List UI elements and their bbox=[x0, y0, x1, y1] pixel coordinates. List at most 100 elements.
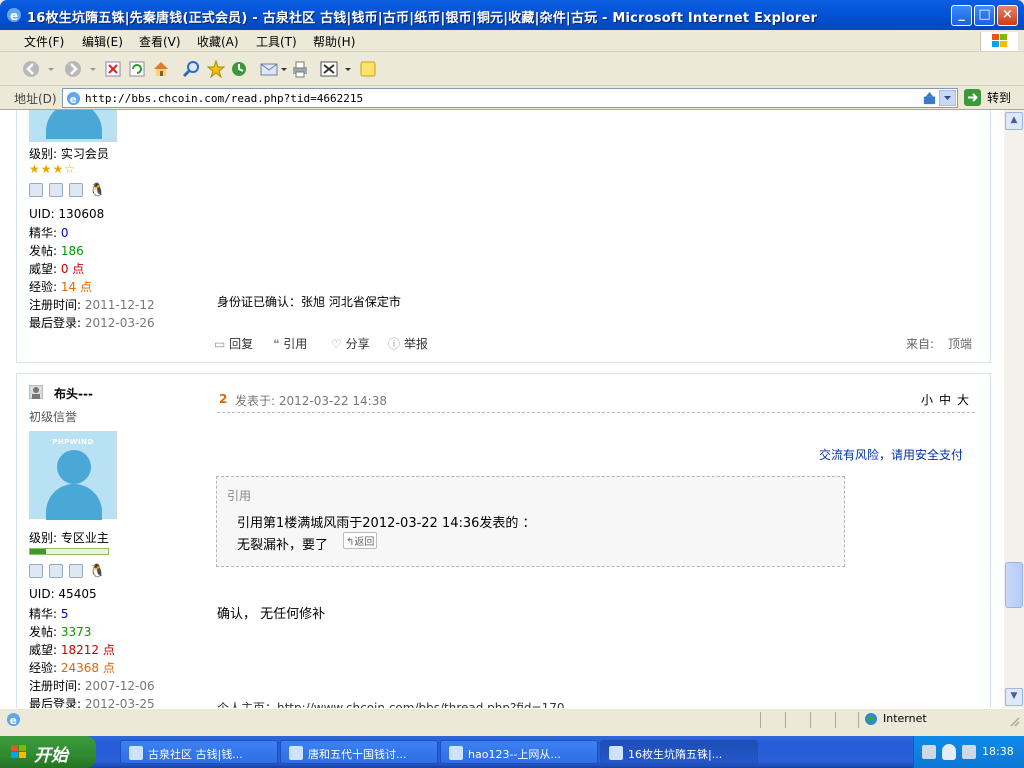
qq-icon[interactable]: 🐧 bbox=[89, 564, 105, 579]
task-button-2[interactable]: 唐和五代十国钱讨... bbox=[280, 740, 438, 764]
address-dropdown-icon[interactable] bbox=[939, 90, 956, 106]
address-url[interactable]: http://bbs.chcoin.com/read.php?tid=46622… bbox=[85, 92, 363, 105]
ie-icon bbox=[289, 746, 303, 760]
status-divider bbox=[760, 712, 761, 728]
taskbar: 开始 古泉社区 古钱|钱... 唐和五代十国钱讨... hao123--上网从.… bbox=[0, 736, 1024, 768]
print-icon[interactable] bbox=[291, 60, 309, 78]
menu-help[interactable]: 帮助(H) bbox=[313, 33, 355, 50]
ie-icon bbox=[609, 746, 623, 760]
quote-label: 引用 bbox=[283, 337, 308, 351]
post2-username[interactable]: 布头--- bbox=[54, 385, 93, 402]
menu-edit[interactable]: 编辑(E) bbox=[82, 33, 123, 50]
post1-share-button[interactable]: ♡ 分享 bbox=[331, 335, 370, 352]
chat-icon[interactable] bbox=[69, 563, 83, 578]
message-icon[interactable] bbox=[49, 182, 63, 197]
task-button-1[interactable]: 古泉社区 古钱|钱... bbox=[120, 740, 278, 764]
prestige-label: 威望: bbox=[29, 643, 61, 657]
stop-icon[interactable] bbox=[104, 60, 122, 78]
scroll-thumb[interactable] bbox=[1005, 562, 1023, 608]
menu-file[interactable]: 文件(F) bbox=[24, 33, 64, 50]
mail-dropdown-icon[interactable] bbox=[279, 60, 289, 78]
scroll-up-arrow-icon[interactable]: ▲ bbox=[1005, 112, 1023, 130]
close-button[interactable]: × bbox=[997, 5, 1018, 26]
menu-favorites[interactable]: 收藏(A) bbox=[197, 33, 239, 50]
svg-text:e: e bbox=[70, 94, 77, 106]
ie-icon bbox=[449, 746, 463, 760]
edit-icon[interactable] bbox=[320, 60, 338, 78]
task-label: 16枚生坑隋五铢|... bbox=[628, 748, 723, 761]
chat-icon[interactable] bbox=[69, 182, 83, 197]
home-icon[interactable] bbox=[152, 60, 170, 78]
window-title: 16枚生坑隋五铢|先秦唐钱(正式会员) - 古泉社区 古钱|钱币|古币|纸币|银… bbox=[27, 11, 818, 26]
resize-grip-icon[interactable] bbox=[1008, 715, 1020, 727]
mail-icon[interactable] bbox=[260, 60, 278, 78]
post1-last-login: 最后登录: 2012-03-26 bbox=[29, 314, 155, 331]
post1-top-link[interactable]: 顶端 bbox=[948, 335, 972, 352]
last-label: 最后登录: bbox=[29, 697, 85, 708]
font-big-button[interactable]: 大 bbox=[957, 391, 969, 408]
history-icon[interactable] bbox=[230, 60, 248, 78]
font-small-button[interactable]: 小 bbox=[921, 391, 933, 408]
message-icon[interactable] bbox=[49, 563, 63, 578]
last-value: 2012-03-26 bbox=[84, 316, 155, 330]
task-button-3[interactable]: hao123--上网从... bbox=[440, 740, 598, 764]
favorites-icon[interactable] bbox=[207, 60, 225, 78]
minimize-button[interactable]: _ bbox=[951, 5, 972, 26]
address-input[interactable]: e http://bbs.chcoin.com/read.php?tid=466… bbox=[62, 88, 958, 108]
status-divider bbox=[835, 712, 836, 728]
menu-view[interactable]: 查看(V) bbox=[139, 33, 181, 50]
ie-icon bbox=[129, 746, 143, 760]
share-icon: ♡ bbox=[331, 337, 346, 351]
post1-quote-button[interactable]: ❝ 引用 bbox=[273, 335, 307, 352]
back-icon[interactable] bbox=[22, 60, 40, 78]
start-button[interactable]: 开始 bbox=[0, 736, 96, 768]
shield-icon[interactable] bbox=[942, 744, 956, 760]
prestige-label: 威望: bbox=[29, 262, 61, 276]
post2-exp: 经验: 24368 点 bbox=[29, 659, 115, 676]
windows-flag-icon bbox=[11, 745, 26, 758]
essence-label: 精华: bbox=[29, 226, 61, 240]
post1-exp: 经验: 14 点 bbox=[29, 278, 92, 295]
menu-tools[interactable]: 工具(T) bbox=[256, 33, 297, 50]
last-label: 最后登录: bbox=[29, 316, 85, 330]
quote-back-button[interactable]: ↰返回 bbox=[343, 532, 378, 549]
qq-icon[interactable]: 🐧 bbox=[89, 183, 105, 198]
profile-icon[interactable] bbox=[29, 182, 43, 197]
post1-prestige: 威望: 0 点 bbox=[29, 260, 84, 277]
maximize-button[interactable]: □ bbox=[974, 5, 995, 26]
network-icon[interactable] bbox=[922, 745, 936, 759]
quote-title: 引用 bbox=[227, 489, 252, 503]
forward-icon[interactable] bbox=[64, 60, 82, 78]
last-value: 2012-03-25 bbox=[84, 697, 155, 708]
post2-floor-number: 2 bbox=[219, 392, 228, 406]
scroll-down-arrow-icon[interactable]: ▼ bbox=[1005, 688, 1023, 706]
post1-level: 级别: 实习会员 bbox=[29, 147, 109, 161]
refresh-icon[interactable] bbox=[128, 60, 146, 78]
post2-contact-icons: 🐧 bbox=[29, 563, 109, 579]
task-button-4[interactable]: 16枚生坑隋五铢|... bbox=[600, 740, 758, 764]
edit-dropdown-icon[interactable] bbox=[343, 60, 353, 78]
font-mid-button[interactable]: 中 bbox=[939, 391, 951, 408]
svg-text:e: e bbox=[10, 9, 18, 23]
profile-icon[interactable] bbox=[29, 563, 43, 578]
posts-value: 3373 bbox=[60, 625, 92, 639]
clock: 18:38 bbox=[982, 745, 1014, 758]
volume-icon[interactable] bbox=[962, 745, 976, 759]
forward-dropdown-icon[interactable] bbox=[88, 60, 98, 78]
search-icon[interactable] bbox=[182, 60, 200, 78]
posts-label: 发帖: bbox=[29, 625, 61, 639]
post1-report-button[interactable]: ⓘ 举报 bbox=[388, 335, 428, 352]
reply-label: 回复 bbox=[229, 337, 254, 351]
vertical-scrollbar[interactable]: ▲ ▼ bbox=[1004, 110, 1024, 708]
quote-line1: 引用第1楼满城风雨于2012-03-22 14:36发表的 ： bbox=[237, 516, 536, 531]
reg-label: 注册时间: bbox=[29, 298, 85, 312]
post1-reply-button[interactable]: ▭ 回复 bbox=[214, 335, 253, 352]
avatar-text: PHPWIND bbox=[52, 438, 94, 446]
quote-block: 引用 引用第1楼满城风雨于2012-03-22 14:36发表的 ： 无裂漏补，… bbox=[216, 476, 845, 567]
notes-icon[interactable] bbox=[359, 60, 377, 78]
back-dropdown-icon[interactable] bbox=[46, 60, 56, 78]
quote-line2: 无裂漏补，要了 bbox=[237, 538, 329, 553]
post2-uid: UID: 45405 bbox=[29, 587, 97, 601]
safe-pay-link[interactable]: 交流有风险，请用安全支付 bbox=[819, 446, 963, 463]
feed-icon[interactable] bbox=[922, 91, 937, 106]
